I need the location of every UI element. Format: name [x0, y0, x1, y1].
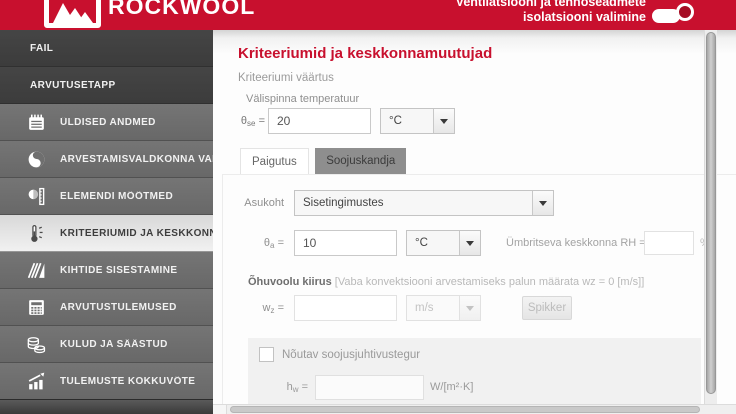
required-conductance-label: Nõutav soojusjuhtivustegur	[282, 349, 421, 361]
sidebar-item-arvestamisvaldkonna-valik[interactable]: ARVESTAMISVALDKONNA VALIK	[0, 141, 213, 178]
humidity-label: Ümbritseva keskkonna RH =	[506, 237, 646, 249]
notebook-icon	[29, 114, 44, 130]
app-title: Ventilatsiooni ja tehnoseadmete isolatsi…	[456, 0, 646, 25]
ambient-temp-row: θa = °C Ümbritseva keskkonna RH = %	[223, 230, 736, 256]
vertical-scrollbar[interactable]	[704, 30, 717, 404]
ambient-temp-input[interactable]	[294, 230, 397, 256]
logo-wordmark: ROCKWOOL	[108, 0, 256, 19]
airflow-note: [Vaba konvektsiooni arvestamiseks palun …	[334, 276, 645, 288]
pipe-ring-shape	[676, 3, 694, 21]
spikker-helper-button[interactable]: Spikker	[522, 296, 572, 320]
airflow-heading-bold: Õhuvoolu kiirus	[248, 276, 332, 288]
ambient-temp-unit-select[interactable]: °C	[406, 230, 481, 256]
sidebar-item-label: TULEMUSTE KOKKUVÕTE	[60, 375, 196, 387]
required-conductance-box: Nõutav soojusjuhtivustegur hw = W/[m²·K]	[248, 338, 701, 413]
required-conductance-checkbox[interactable]	[259, 347, 274, 362]
theta-se-symbol: θse =	[240, 115, 265, 128]
sidebar-item-fail[interactable]: FAIL	[0, 30, 213, 67]
sidebar-item-label: ÜLDISED ANDMED	[60, 116, 156, 128]
location-row: Asukoht Sisetingimustes	[223, 190, 736, 216]
sidebar-item-arvutusetapp[interactable]: ARVUTUSETAPP	[0, 67, 213, 104]
unit-value: °C	[415, 237, 428, 249]
surface-temp-label: Välispinna temperatuur	[246, 93, 360, 105]
location-label: Asukoht	[244, 197, 284, 209]
thermometer-icon	[31, 224, 43, 242]
tab-panel: Asukoht Sisetingimustes θa = °C Ümbritse…	[222, 174, 736, 414]
surface-temp-unit-select[interactable]: °C	[380, 108, 455, 134]
hw-input[interactable]	[315, 375, 424, 400]
humidity-input[interactable]	[644, 231, 694, 255]
unit-value: °C	[389, 115, 402, 127]
sidebar-item-uldised-andmed[interactable]: ÜLDISED ANDMED	[0, 104, 213, 141]
chart-arrow-icon	[28, 372, 45, 389]
chevron-down-icon	[459, 231, 480, 255]
pipe-insulation-icon	[652, 2, 696, 28]
tab-soojuskandja[interactable]: Soojuskandja	[315, 148, 407, 174]
sidebar-item-kulud-ja-saastud[interactable]: KULUD JA SÄÄSTUD	[0, 326, 213, 363]
calculator-icon	[29, 299, 44, 315]
sidebar-item-elemendi-mootmed[interactable]: ELEMENDI MÕÕTMED	[0, 178, 213, 215]
layers-icon	[27, 262, 45, 278]
horizontal-scrollbar[interactable]	[213, 404, 736, 414]
unit-value: m/s	[415, 302, 434, 314]
surface-temp-input[interactable]	[268, 108, 371, 134]
airflow-unit-select[interactable]: m/s	[406, 295, 481, 321]
horizontal-scrollbar-thumb[interactable]	[230, 406, 700, 413]
page-title: Kriteeriumid ja keskkonnamuutujad	[238, 45, 493, 62]
location-value: Sisetingimustes	[303, 197, 384, 209]
hw-row: hw = W/[m²·K]	[248, 375, 701, 400]
sidebar-nav: FAIL ARVUTUSETAPP ÜLDISED ANDMED ARVESTA…	[0, 30, 213, 414]
sidebar-footer	[0, 399, 213, 414]
sidebar-item-label: KRITEERIUMID JA KESKKONNAMUUTUJAD	[60, 227, 213, 239]
app-window: ROCKWOOL Ventilatsiooni ja tehnoseadmete…	[0, 0, 736, 414]
w-z-symbol: wz =	[262, 302, 284, 315]
sidebar-item-kriteeriumid[interactable]: KRITEERIUMID JA KESKKONNAMUUTUJAD	[0, 215, 213, 252]
sidebar-item-label: ARVESTAMISVALDKONNA VALIK	[60, 153, 213, 165]
h-w-symbol: hw =	[286, 381, 308, 394]
rockwool-logo-icon	[44, 0, 101, 28]
location-select[interactable]: Sisetingimustes	[294, 190, 554, 216]
coins-icon	[27, 336, 46, 353]
theta-a-symbol: θa =	[263, 237, 284, 250]
sidebar-item-label: ARVUTUSTULEMUSED	[60, 301, 177, 313]
main-content: Kriteeriumid ja keskkonnamuutujad Kritee…	[213, 30, 736, 414]
tab-paigutus[interactable]: Paigutus	[240, 148, 309, 174]
surface-temp-row: θse = °C	[213, 108, 736, 134]
sidebar-item-label: FAIL	[30, 42, 54, 54]
chevron-down-icon	[459, 296, 480, 320]
airflow-input[interactable]	[294, 295, 397, 321]
sidebar-item-label: ELEMENDI MÕÕTMED	[60, 190, 174, 202]
scrollbar-corner	[213, 405, 227, 414]
app-title-line1: Ventilatsiooni ja tehnoseadmete	[455, 0, 646, 9]
top-header: ROCKWOOL Ventilatsiooni ja tehnoseadmete…	[0, 0, 736, 30]
criteria-section-label: Kriteeriumi väärtus	[238, 72, 334, 84]
chevron-down-icon	[433, 109, 454, 133]
sidebar-item-kihtide-sisestamine[interactable]: KIHTIDE SISESTAMINE	[0, 252, 213, 289]
dimensions-icon	[28, 187, 45, 205]
sidebar-item-label: ARVUTUSETAPP	[30, 79, 116, 91]
chevron-down-icon	[532, 191, 553, 215]
sidebar-item-tulemuste-kokkuvote[interactable]: TULEMUSTE KOKKUVÕTE	[0, 363, 213, 400]
vertical-scrollbar-thumb[interactable]	[706, 32, 716, 394]
airflow-row: wz = m/s Spikker	[223, 295, 736, 321]
hw-unit: W/[m²·K]	[430, 381, 474, 393]
sidebar-item-label: KIHTIDE SISESTAMINE	[60, 264, 178, 276]
sidebar-item-arvutustulemused[interactable]: ARVUTUSTULEMUSED	[0, 289, 213, 326]
sidebar-item-label: KULUD JA SÄÄSTUD	[60, 338, 168, 350]
airflow-heading: Õhuvoolu kiirus [Vaba konvektsiooni arve…	[248, 276, 644, 288]
app-title-line2: isolatsiooni valimine	[523, 10, 646, 24]
sphere-icon	[28, 151, 45, 167]
tab-bar: Paigutus Soojuskandja	[240, 148, 407, 175]
